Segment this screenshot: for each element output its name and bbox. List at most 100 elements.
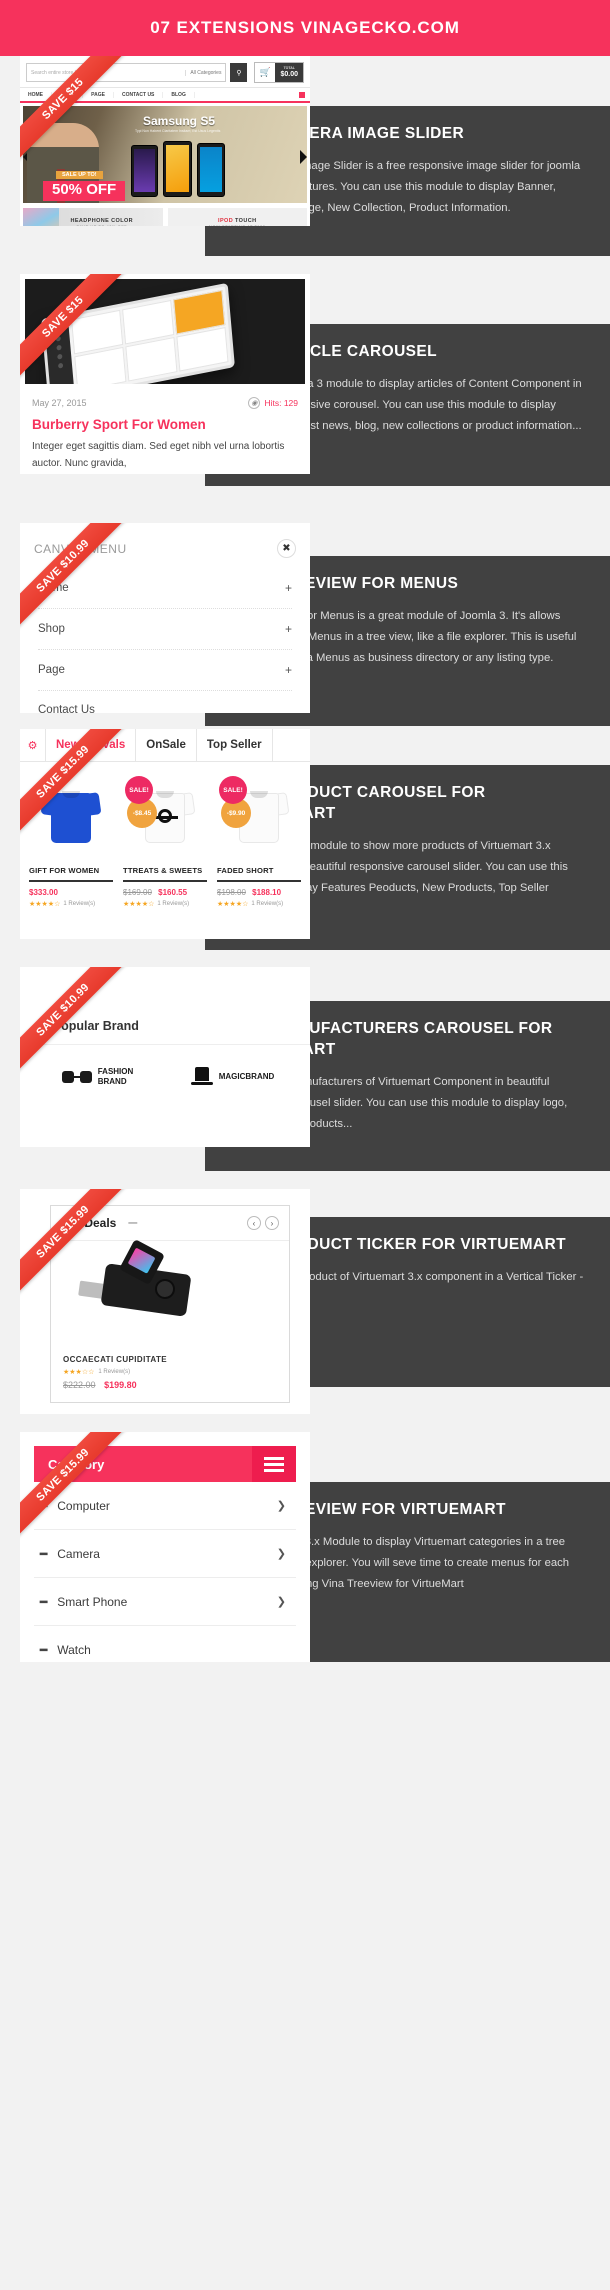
product-rating: ★★★★☆ 1 Review(s) — [217, 897, 301, 908]
chevron-right-icon[interactable]: ❯ — [277, 1499, 296, 1512]
product-card[interactable]: SALE! -$8.45 TTREATS & SWEETS $169.00 $1… — [118, 770, 212, 908]
phone-2 — [163, 141, 192, 197]
menu-item-label: Shop — [38, 623, 65, 635]
promo-banner-headphone[interactable]: HEADPHONE COLOR SAVE UP TO 40% OFF — [23, 208, 163, 226]
product-card[interactable]: GIFT FOR WOMEN $333.00 ★★★★☆ 1 Review(s) — [24, 770, 118, 908]
screenshot-offcanvas-menu[interactable]: CANVAS MENU ✖ Home + Shop + Page + Conta… — [20, 523, 310, 713]
stars-icon: ★★★★☆ — [123, 901, 155, 908]
screenshot-treeview-virtuemart[interactable]: Category ━ Computer ❯ ━ Camera ❯ ━ Smart… — [20, 1432, 310, 1662]
brand-label: FASHION BRAND — [97, 1067, 134, 1086]
ticker-product-name[interactable]: OCCAECATI CUPIDITATE — [51, 1351, 289, 1366]
menu-item-page[interactable]: Page + — [38, 650, 292, 691]
review-count: 1 Review(s) — [157, 901, 190, 907]
phone-1 — [131, 145, 158, 197]
nav-item-contact[interactable]: CONTACT US — [114, 91, 164, 98]
menu-item-label: Home — [38, 582, 69, 594]
review-count: 1 Review(s) — [251, 901, 284, 907]
ticker-nav[interactable]: ‹ › — [247, 1216, 279, 1230]
menu-item-shop[interactable]: Shop + — [38, 609, 292, 650]
category-row-computer[interactable]: ━ Computer ❯ — [34, 1482, 296, 1530]
banner-subtitle: SAVE UP TO 40% OFF — [76, 223, 128, 227]
expand-icon[interactable]: + — [285, 663, 292, 677]
mock-main-nav[interactable]: HOME SHOP PAGE CONTACT US BLOG — [20, 88, 310, 103]
expand-icon[interactable]: + — [285, 622, 292, 636]
screenshot-camera-image-slider[interactable]: Search entire store here... All Categori… — [20, 56, 310, 226]
hero-discount-badge: 50% OFF — [43, 180, 126, 201]
price-current: $160.55 — [158, 888, 188, 897]
grid-icon[interactable] — [299, 91, 305, 98]
search-icon[interactable]: ⚲ — [230, 63, 248, 82]
menu-item-contact-us[interactable]: Contact Us — [38, 691, 292, 713]
chevron-right-icon[interactable]: ❯ — [277, 1547, 296, 1560]
screenshot-article-carousel[interactable]: May 27, 2015 ◉ Hits: 129 Burberry Sport … — [20, 274, 310, 474]
phone-3 — [197, 143, 225, 197]
collapse-icon[interactable]: ━ — [34, 1643, 57, 1657]
extension-item-camera-image-slider: VINA CAMERA IMAGE SLIDER Vina Camera Ima… — [0, 56, 610, 261]
product-name: FADED SHORT — [217, 860, 301, 882]
category-label: Smart Phone — [57, 1594, 128, 1609]
collapse-icon[interactable]: ━ — [34, 1547, 57, 1561]
banner-subtitle: NOW STARTING AT $199 — [209, 223, 266, 227]
product-card[interactable]: SALE! -$9.90 FADED SHORT $198.00 $188.10… — [212, 770, 306, 908]
nav-item-page[interactable]: PAGE — [83, 91, 114, 98]
product-price: $169.00 $160.55 — [123, 882, 207, 897]
chevron-right-icon[interactable]: ❯ — [277, 1595, 296, 1608]
nav-item-blog[interactable]: BLOG — [163, 91, 195, 98]
product-name: GIFT FOR WOMEN — [29, 860, 113, 882]
product-image: SALE! -$9.90 — [217, 770, 301, 860]
hero-slider[interactable]: Samsung S5 Typi Non Habent Claritatem In… — [23, 106, 307, 203]
promo-banner-ipod[interactable]: IPOD TOUCH NOW STARTING AT $199 — [167, 208, 307, 227]
screenshot-product-ticker[interactable]: Hot Deals – ‹ › OCCAECATI CUPIDITATE ★★★… — [20, 1189, 310, 1414]
category-select[interactable]: All Categories — [185, 69, 225, 76]
screenshot-manufacturers-carousel[interactable]: ⚜ Popular Brand FASHION BRAND MAGICBRAND… — [20, 967, 310, 1147]
article-title[interactable]: Burberry Sport For Women — [20, 413, 310, 434]
offcanvas-header: CANVAS MENU ✖ — [20, 523, 310, 568]
collapse-icon[interactable]: ━ — [34, 1499, 57, 1513]
collapse-icon[interactable]: ━ — [34, 1595, 57, 1609]
flask-icon: ⚙ — [20, 729, 46, 761]
hero-title: Samsung S5 — [143, 114, 216, 128]
brand-fashion[interactable]: FASHION BRAND — [30, 1067, 165, 1087]
brand-row: FASHION BRAND MAGICBRAND — [20, 1045, 310, 1113]
carousel-tabs[interactable]: ⚙ New Arrivals OnSale Top Seller — [20, 729, 310, 762]
product-price: $198.00 $188.10 — [217, 882, 301, 897]
nav-item-shop[interactable]: SHOP — [52, 91, 84, 98]
sale-badge: SALE! — [219, 776, 247, 804]
brand-icon: ⚜ — [34, 1019, 45, 1033]
hero-sale-badge: SALE UP TO! — [56, 171, 103, 179]
hamburger-icon[interactable] — [252, 1446, 296, 1482]
tab-onsale[interactable]: OnSale — [136, 729, 197, 761]
article-intro: Integer eget sagittis diam. Sed eget nib… — [32, 441, 285, 469]
product-price: $333.00 — [29, 882, 113, 897]
expand-icon[interactable]: + — [285, 581, 292, 595]
prev-icon[interactable]: ‹ — [247, 1216, 261, 1230]
next-arrow-icon[interactable] — [300, 150, 307, 164]
category-row-camera[interactable]: ━ Camera ❯ — [34, 1530, 296, 1578]
extension-item-treeview-menus: VINA TREEVIEW FOR MENUS Vina Treeview fo… — [0, 523, 610, 729]
product-image — [29, 770, 113, 860]
brand-magic[interactable]: MAGICBRAND — [165, 1067, 300, 1087]
article-meta: May 27, 2015 ◉ Hits: 129 — [20, 384, 310, 413]
page-header: 07 EXTENSIONS VINAGECKO.COM — [0, 0, 610, 56]
tab-top-seller[interactable]: Top Seller — [197, 729, 273, 761]
category-row-watch[interactable]: ━ Watch — [34, 1626, 296, 1662]
nav-item-home[interactable]: HOME — [20, 91, 52, 98]
article-hits-label: Hits: 129 — [264, 398, 298, 408]
close-icon[interactable]: ✖ — [277, 539, 296, 558]
tab-new-arrivals[interactable]: New Arrivals — [46, 729, 137, 761]
menu-item-home[interactable]: Home + — [38, 568, 292, 609]
category-label: Computer — [57, 1498, 110, 1513]
ticker-price: $222.00 $199.80 — [51, 1378, 289, 1402]
mock-header-bar: Search entire store here... All Categori… — [20, 56, 310, 88]
ticker-box: Hot Deals – ‹ › OCCAECATI CUPIDITATE ★★★… — [50, 1205, 290, 1403]
tablet-mockup — [41, 282, 235, 384]
product-image: SALE! -$8.45 — [123, 770, 207, 860]
cart-widget[interactable]: 🛒 TOTAL $0.00 — [254, 62, 304, 83]
category-row-smart-phone[interactable]: ━ Smart Phone ❯ — [34, 1578, 296, 1626]
ticker-rating: ★★★☆☆ 1 Review(s) — [51, 1366, 289, 1378]
price-current: $199.80 — [104, 1380, 137, 1390]
next-icon[interactable]: › — [265, 1216, 279, 1230]
screenshot-product-carousel[interactable]: ⚙ New Arrivals OnSale Top Seller GIFT FO… — [20, 729, 310, 939]
manufacturers-header: ⚜ Popular Brand — [20, 1005, 310, 1045]
search-input[interactable]: Search entire store here... All Categori… — [26, 63, 227, 82]
